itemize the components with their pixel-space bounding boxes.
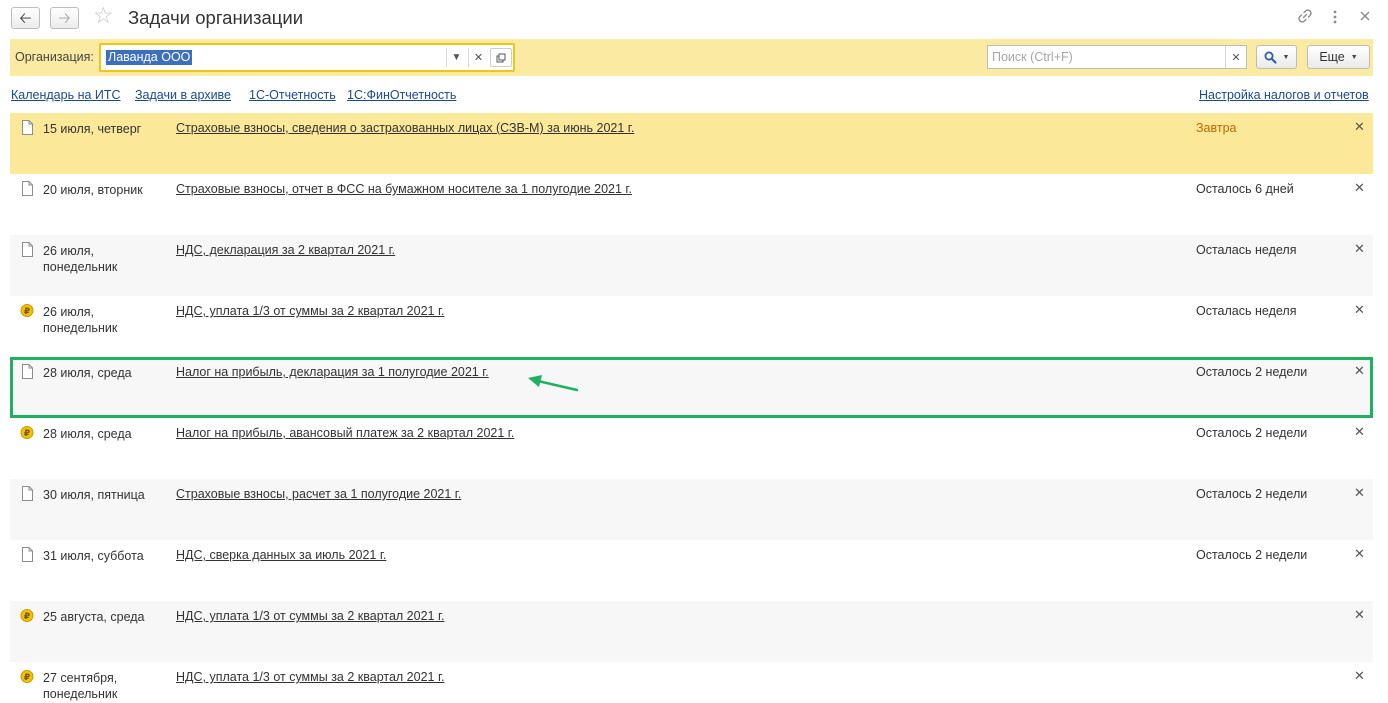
task-date: 26 июля, понедельник [43,244,118,274]
close-icon[interactable]: ✕ [1354,119,1365,135]
clear-icon: ✕ [1231,51,1241,64]
close-icon[interactable]: ✕ [1354,607,1365,623]
organization-dropdown-button[interactable]: ▼ [446,48,466,67]
task-row[interactable]: 28 июля, среда Налог на прибыль, деклара… [10,357,1373,418]
task-row[interactable]: 30 июля, пятница Страховые взносы, расче… [10,479,1373,540]
close-icon[interactable]: ✕ [1354,241,1365,257]
clear-icon: ✕ [473,52,484,64]
back-arrow-icon: 🡠 [19,9,32,27]
document-icon [22,120,33,135]
task-row[interactable]: ₽ 26 июля, понедельник НДС, уплата 1/3 о… [10,296,1373,357]
close-icon[interactable]: ✕ [1354,668,1365,684]
close-icon[interactable]: ✕ [1354,302,1365,318]
close-icon[interactable] [1359,10,1371,25]
task-title-link[interactable]: Страховые взносы, отчет в ФСС на бумажно… [176,182,632,196]
task-date: 27 сентября, понедельник [43,671,118,701]
reporting-link[interactable]: 1С-Отчетность [249,88,336,102]
document-icon [22,486,33,501]
task-list: 15 июля, четверг Страховые взносы, сведе… [10,113,1373,703]
task-status: Осталась неделя [1196,243,1297,257]
search-clear-button[interactable]: ✕ [1225,46,1246,68]
task-row[interactable]: 20 июля, вторник Страховые взносы, отчет… [10,174,1373,235]
fin-reporting-link[interactable]: 1С:ФинОтчетность [347,88,456,102]
close-icon[interactable]: ✕ [1354,363,1365,379]
more-button[interactable]: Еще ▼ [1307,45,1370,69]
star-icon[interactable]: ☆ [93,4,114,27]
search-input[interactable] [988,46,1226,68]
close-icon[interactable]: ✕ [1354,485,1365,501]
document-icon [22,364,33,379]
organization-value[interactable]: Лаванда ООО [106,50,193,65]
task-date: 30 июля, пятница [43,488,145,502]
task-date: 26 июля, понедельник [43,305,118,335]
document-icon [22,181,33,196]
task-status: Осталась неделя [1196,304,1297,318]
task-status: Осталось 2 недели [1196,487,1308,501]
organization-label: Организация: [15,50,94,64]
task-title-link[interactable]: Страховые взносы, сведения о застрахован… [176,121,634,135]
task-status: Осталось 2 недели [1196,548,1308,562]
task-status: Осталось 6 дней [1196,182,1294,196]
organization-clear-button[interactable]: ✕ [468,48,488,67]
task-title-link[interactable]: Страховые взносы, расчет за 1 полугодие … [176,487,461,501]
task-title-link[interactable]: НДС, сверка данных за июль 2021 г. [176,548,386,562]
organization-open-button[interactable] [490,48,512,67]
open-window-icon [496,53,506,62]
tax-settings-link[interactable]: Настройка налогов и отчетов [1199,88,1369,102]
chevron-down-icon: ▼ [1350,53,1358,61]
close-icon[interactable]: ✕ [1354,424,1365,440]
svg-text:₽: ₽ [24,673,30,683]
document-icon [22,547,33,562]
svg-text:₽: ₽ [24,307,30,317]
filter-bar: Организация: Лаванда ООО ▼ ✕ ✕ ▼ Еще ▼ [10,39,1373,76]
chevron-down-icon: ▼ [451,52,462,63]
task-title-link[interactable]: НДС, уплата 1/3 от суммы за 2 квартал 20… [176,304,444,318]
task-date: 28 июля, среда [43,366,132,380]
task-title-link[interactable]: НДС, уплата 1/3 от суммы за 2 квартал 20… [176,609,444,623]
task-row[interactable]: ₽ 27 сентября, понедельник НДС, уплата 1… [10,662,1373,703]
task-date: 15 июля, четверг [43,122,142,136]
chevron-down-icon: ▼ [1282,53,1290,61]
forward-button[interactable]: 🡢 [50,7,79,29]
page-title: Задачи организации [128,7,304,28]
task-row[interactable]: ₽ 25 августа, среда НДС, уплата 1/3 от с… [10,601,1373,662]
task-status: Завтра [1196,121,1237,135]
calendar-its-link[interactable]: Календарь на ИТС [11,88,121,102]
organization-field[interactable]: Лаванда ООО ▼ ✕ [99,43,515,72]
link-icon[interactable] [1297,8,1313,27]
task-title-link[interactable]: Налог на прибыль, авансовый платеж за 2 … [176,426,514,440]
task-date: 20 июля, вторник [43,183,143,197]
task-title-link[interactable]: НДС, уплата 1/3 от суммы за 2 квартал 20… [176,670,444,684]
forward-arrow-icon: 🡢 [58,9,71,27]
archive-tasks-link[interactable]: Задачи в архиве [135,88,231,102]
task-date: 25 августа, среда [43,610,145,624]
search-icon [1264,51,1277,64]
ruble-coin-icon: ₽ [20,426,34,439]
search-field[interactable]: ✕ [987,45,1247,69]
task-row[interactable]: 31 июля, суббота НДС, сверка данных за и… [10,540,1373,601]
close-icon[interactable]: ✕ [1354,180,1365,196]
task-row[interactable]: 26 июля, понедельник НДС, декларация за … [10,235,1373,296]
ruble-coin-icon: ₽ [20,670,34,683]
ruble-coin-icon: ₽ [20,304,34,317]
ruble-coin-icon: ₽ [20,609,34,622]
document-icon [22,242,33,257]
task-status: Осталось 2 недели [1196,426,1308,440]
task-date: 31 июля, суббота [43,549,144,563]
task-title-link[interactable]: НДС, декларация за 2 квартал 2021 г. [176,243,395,257]
task-row[interactable]: 15 июля, четверг Страховые взносы, сведе… [10,113,1373,174]
svg-text:₽: ₽ [24,429,30,439]
close-icon[interactable]: ✕ [1354,546,1365,562]
more-vertical-icon[interactable] [1332,9,1338,28]
task-row[interactable]: ₽ 28 июля, среда Налог на прибыль, аванс… [10,418,1373,479]
task-date: 28 июля, среда [43,427,132,441]
svg-text:₽: ₽ [24,612,30,622]
search-button[interactable]: ▼ [1256,45,1297,69]
task-title-link[interactable]: Налог на прибыль, декларация за 1 полуго… [176,365,489,379]
back-button[interactable]: 🡠 [11,7,40,29]
title-bar: 🡠 🡢 ☆ Задачи организации [0,0,1388,38]
task-status: Осталось 2 недели [1196,365,1308,379]
more-label: Еще [1319,50,1345,64]
